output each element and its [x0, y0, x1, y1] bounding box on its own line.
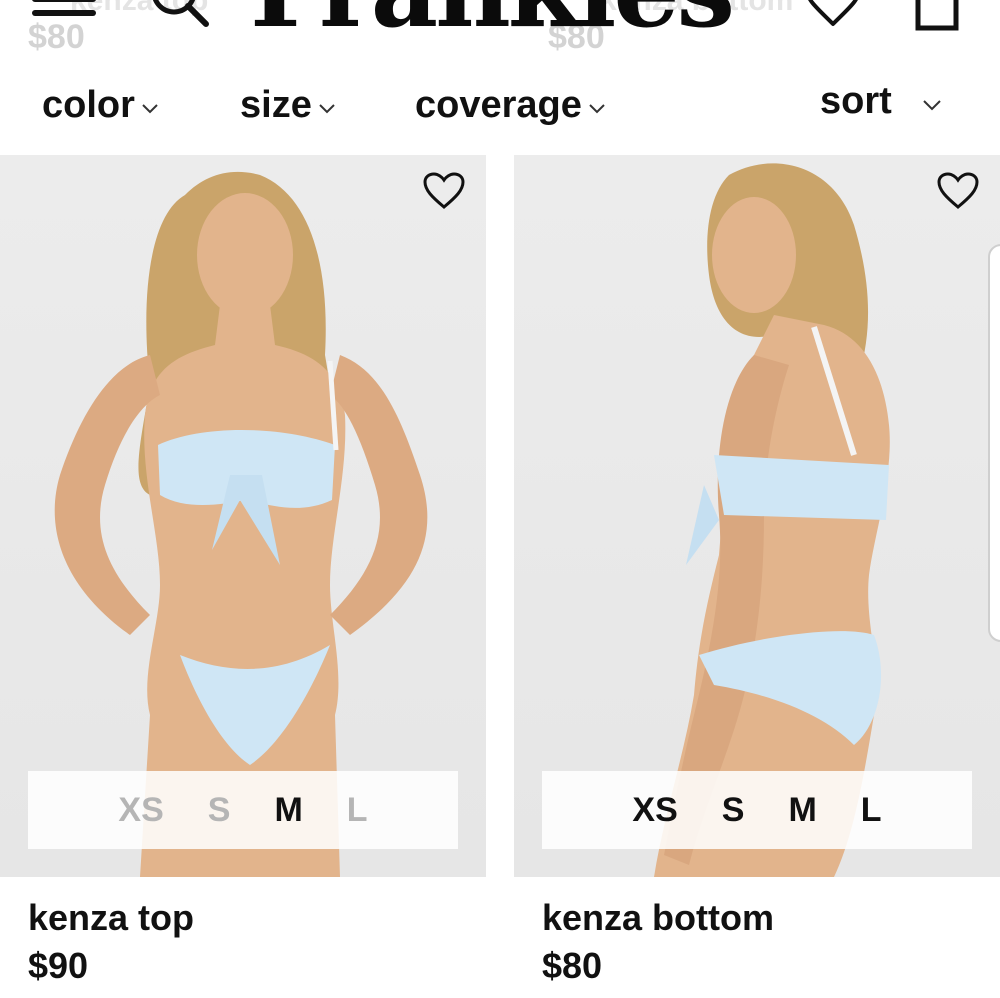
product-card[interactable]: XS S M L kenza top $90 — [0, 155, 486, 987]
filter-label: sort — [820, 80, 892, 122]
filter-color[interactable]: color — [42, 84, 159, 127]
size-selector: XS S M L — [542, 771, 972, 849]
wishlist-heart-icon[interactable] — [803, 0, 863, 28]
filter-coverage[interactable]: coverage — [415, 84, 606, 127]
filter-bar: color size coverage sort — [0, 78, 1000, 140]
app-header: kenza top $80 kenza bottom $80 Frankies — [0, 0, 1000, 60]
chevron-down-icon — [923, 99, 941, 110]
chevron-down-icon — [319, 103, 335, 113]
product-name[interactable]: kenza top — [28, 897, 486, 939]
brand-logo[interactable]: Frankies — [250, 0, 735, 42]
chevron-down-icon — [142, 103, 158, 113]
product-image[interactable]: XS S M L — [514, 155, 1000, 877]
size-selector: XS S M L — [28, 771, 458, 849]
size-option-s[interactable]: S — [186, 791, 253, 830]
size-option-m[interactable]: M — [252, 791, 324, 830]
size-option-s[interactable]: S — [700, 791, 767, 830]
model-photo — [654, 163, 890, 877]
side-scroll-handle[interactable] — [988, 244, 1000, 642]
product-price: $80 — [542, 945, 603, 986]
model-photo — [54, 171, 428, 877]
filter-label: color — [42, 84, 135, 126]
product-name[interactable]: kenza bottom — [542, 897, 1000, 939]
product-price: $90 — [28, 945, 89, 986]
filter-label: size — [240, 84, 312, 126]
sort-dropdown[interactable]: sort — [820, 80, 942, 123]
search-icon[interactable] — [148, 0, 212, 32]
favorite-heart-icon[interactable] — [422, 171, 466, 211]
favorite-heart-icon[interactable] — [936, 171, 980, 211]
size-option-l[interactable]: L — [839, 791, 904, 830]
filter-size[interactable]: size — [240, 84, 336, 127]
size-option-m[interactable]: M — [766, 791, 838, 830]
size-option-xs[interactable]: XS — [96, 791, 185, 830]
filter-label: coverage — [415, 84, 582, 126]
product-image[interactable]: XS S M L — [0, 155, 486, 877]
chevron-down-icon — [589, 103, 605, 113]
product-card[interactable]: XS S M L kenza bottom $80 — [514, 155, 1000, 987]
shopping-bag-icon[interactable] — [912, 0, 962, 32]
hamburger-menu-icon[interactable] — [32, 0, 96, 16]
ghost-product-price: $80 — [28, 18, 85, 56]
size-option-xs[interactable]: XS — [610, 791, 699, 830]
size-option-l[interactable]: L — [325, 791, 390, 830]
